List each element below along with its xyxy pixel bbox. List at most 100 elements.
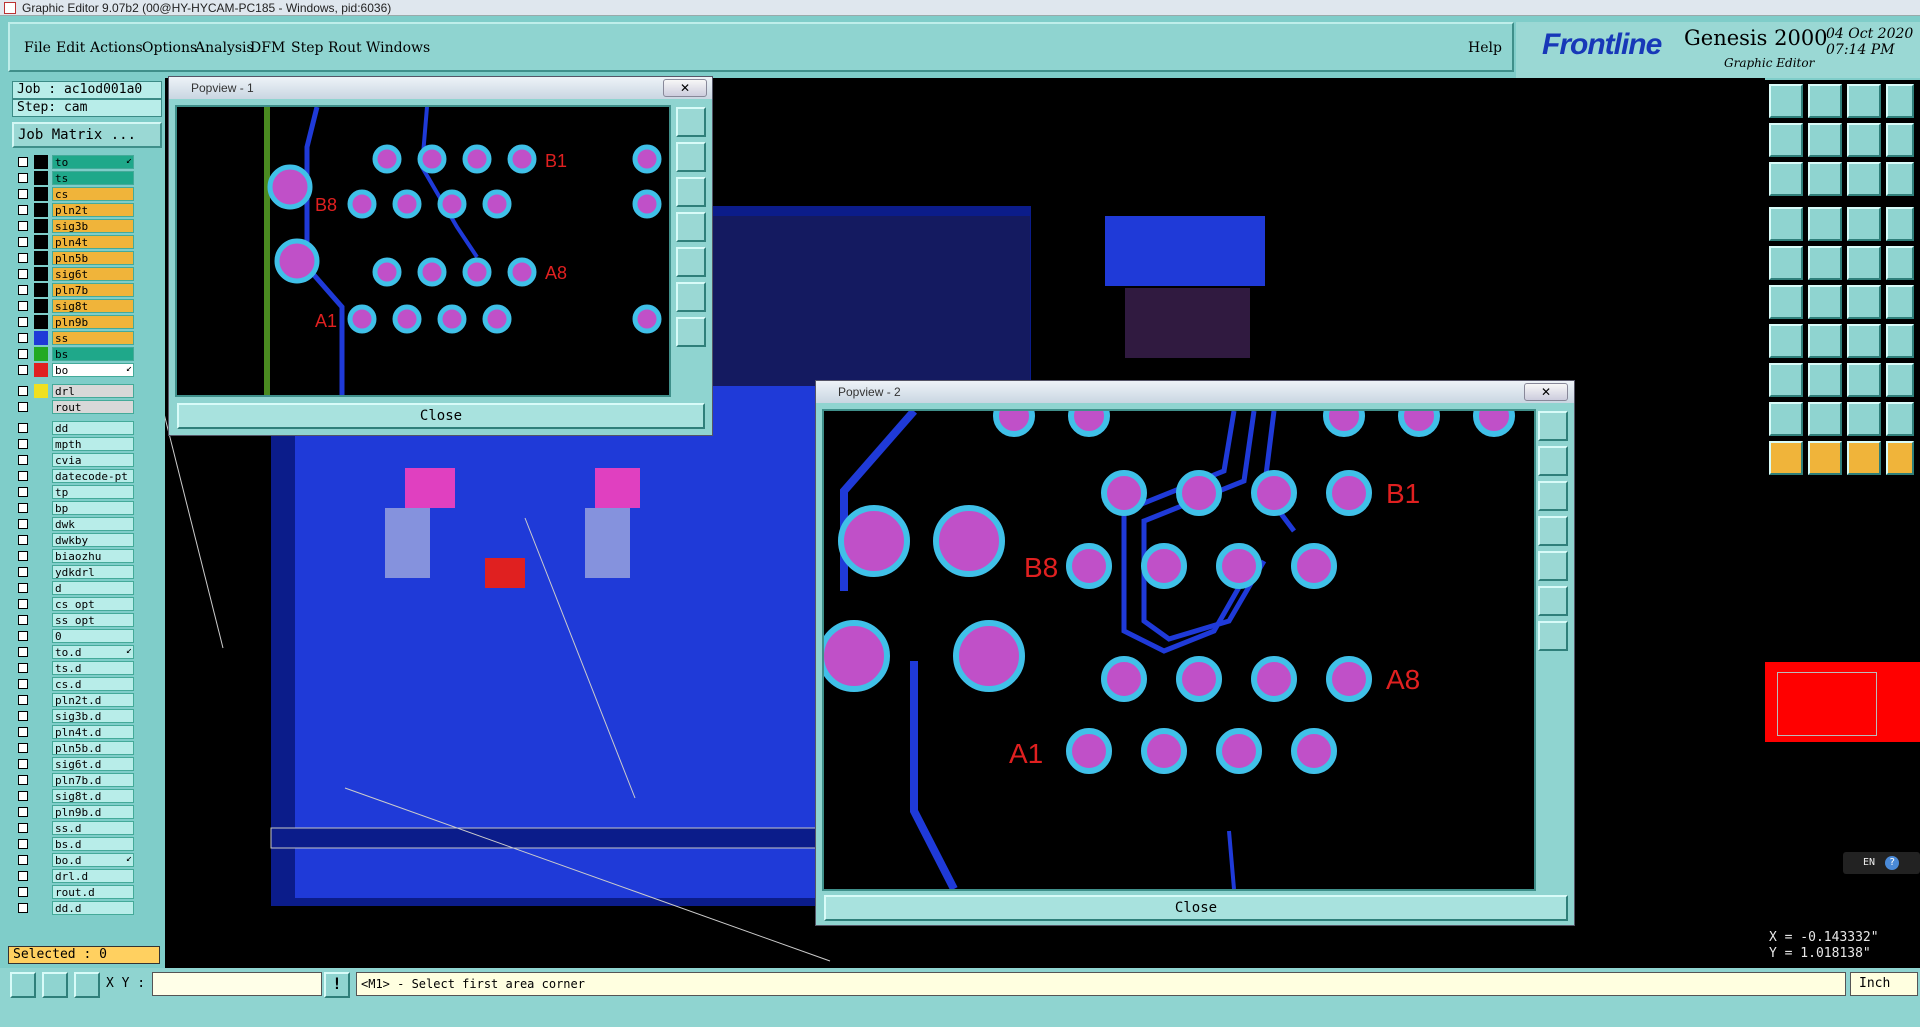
layer-row[interactable]: pln5b.d [14,740,164,756]
layer-row[interactable]: ss.d [14,820,164,836]
layer-color-swatch[interactable] [34,597,48,611]
layer-color-swatch[interactable] [34,299,48,313]
layer-checkbox[interactable] [18,487,28,497]
layer-name[interactable]: pln5b.d [52,741,134,755]
layer-checkbox[interactable] [18,237,28,247]
layer-color-swatch[interactable] [34,171,48,185]
layer-name[interactable]: tp [52,485,134,499]
layer-checkbox[interactable] [18,455,28,465]
layer-checkbox[interactable] [18,535,28,545]
layer-color-swatch[interactable] [34,453,48,467]
layer-row[interactable]: ydkdrl [14,564,164,580]
layer-color-swatch[interactable] [34,533,48,547]
layer-color-swatch[interactable] [34,613,48,627]
layer-row[interactable]: cs [14,186,164,202]
tool-button[interactable] [1769,285,1803,319]
layer-checkbox[interactable] [18,471,28,481]
overview-window[interactable] [1765,662,1920,742]
layer-name[interactable]: cs_opt [52,597,134,611]
layer-row[interactable]: sig8t.d [14,788,164,804]
layer-name[interactable]: d [52,581,134,595]
layer-color-swatch[interactable] [34,384,48,398]
layer-row[interactable]: sig3b [14,218,164,234]
tool-button[interactable] [1886,84,1914,118]
layer-color-swatch[interactable] [34,629,48,643]
layer-checkbox[interactable] [18,189,28,199]
layer-name[interactable]: pln7b [52,283,134,297]
layer-color-swatch[interactable] [34,331,48,345]
layer-name[interactable]: pln4t.d [52,725,134,739]
layer-name[interactable]: pln4t [52,235,134,249]
layer-row[interactable]: pln2t.d [14,692,164,708]
layer-checkbox[interactable] [18,871,28,881]
layer-name[interactable]: sig3b [52,219,134,233]
layer-checkbox[interactable] [18,503,28,513]
tool-button[interactable] [1808,363,1842,397]
tool-button[interactable] [1769,84,1803,118]
layer-color-swatch[interactable] [34,421,48,435]
menu-file[interactable]: File [24,40,51,56]
tool-button[interactable] [1847,402,1881,436]
layer-color-swatch[interactable] [34,363,48,377]
layer-checkbox[interactable] [18,317,28,327]
info-icon[interactable]: ! [324,972,350,998]
tool-button[interactable] [1769,162,1803,196]
layer-checkbox[interactable] [18,402,28,412]
layer-name[interactable]: sig6t [52,267,134,281]
tool-button[interactable] [1847,84,1881,118]
layer-color-swatch[interactable] [34,517,48,531]
layer-name[interactable]: pln2t.d [52,693,134,707]
layer-checkbox[interactable] [18,791,28,801]
layer-row[interactable]: cvia [14,452,164,468]
layer-name[interactable]: pln9b.d [52,805,134,819]
layer-name[interactable]: pln7b.d [52,773,134,787]
layer-row[interactable]: ts.d [14,660,164,676]
tool-button[interactable] [1886,207,1914,241]
tool-button[interactable] [1847,324,1881,358]
layer-color-swatch[interactable] [34,469,48,483]
popview-tool-button[interactable] [676,142,706,172]
layer-color-swatch[interactable] [34,283,48,297]
popview-tool-button[interactable] [676,212,706,242]
layer-color-swatch[interactable] [34,187,48,201]
layer-name[interactable]: rout.d [52,885,134,899]
menu-rout[interactable]: Rout [328,40,362,56]
layer-checkbox[interactable] [18,221,28,231]
layer-checkbox[interactable] [18,823,28,833]
tool-button[interactable] [1886,324,1914,358]
tool-button[interactable] [1847,441,1881,475]
layer-checkbox[interactable] [18,173,28,183]
layer-row[interactable]: bs [14,346,164,362]
layer-name[interactable]: bs [52,347,134,361]
popview-1-close-icon[interactable]: ✕ [663,79,707,97]
menu-windows[interactable]: Windows [366,40,430,56]
layer-name[interactable]: bo.d [52,853,134,867]
popview-tool-button[interactable] [1538,621,1568,651]
popview-2-close-button[interactable]: Close [824,895,1568,921]
layer-color-swatch[interactable] [34,203,48,217]
layer-checkbox[interactable] [18,285,28,295]
layer-color-swatch[interactable] [34,400,48,414]
layer-color-swatch[interactable] [34,677,48,691]
layer-checkbox[interactable] [18,423,28,433]
tool-button[interactable] [1808,402,1842,436]
layer-name[interactable]: bp [52,501,134,515]
layer-name[interactable]: pln9b [52,315,134,329]
layer-row[interactable]: dwkby [14,532,164,548]
layer-name[interactable]: rout [52,400,134,414]
menu-step[interactable]: Step [291,40,323,56]
layer-color-swatch[interactable] [34,267,48,281]
status-tool-button[interactable] [42,972,68,998]
tool-button[interactable] [1808,123,1842,157]
tool-button[interactable] [1769,246,1803,280]
layer-checkbox[interactable] [18,439,28,449]
layer-color-swatch[interactable] [34,709,48,723]
layer-name[interactable]: cs.d [52,677,134,691]
tool-button[interactable] [1847,363,1881,397]
layer-row[interactable]: ss_opt [14,612,164,628]
popview-tool-button[interactable] [1538,446,1568,476]
popview-tool-button[interactable] [1538,411,1568,441]
layer-color-swatch[interactable] [34,219,48,233]
popview-tool-button[interactable] [1538,586,1568,616]
popview-1-canvas[interactable]: B1 B8 A8 A1 [175,105,671,397]
